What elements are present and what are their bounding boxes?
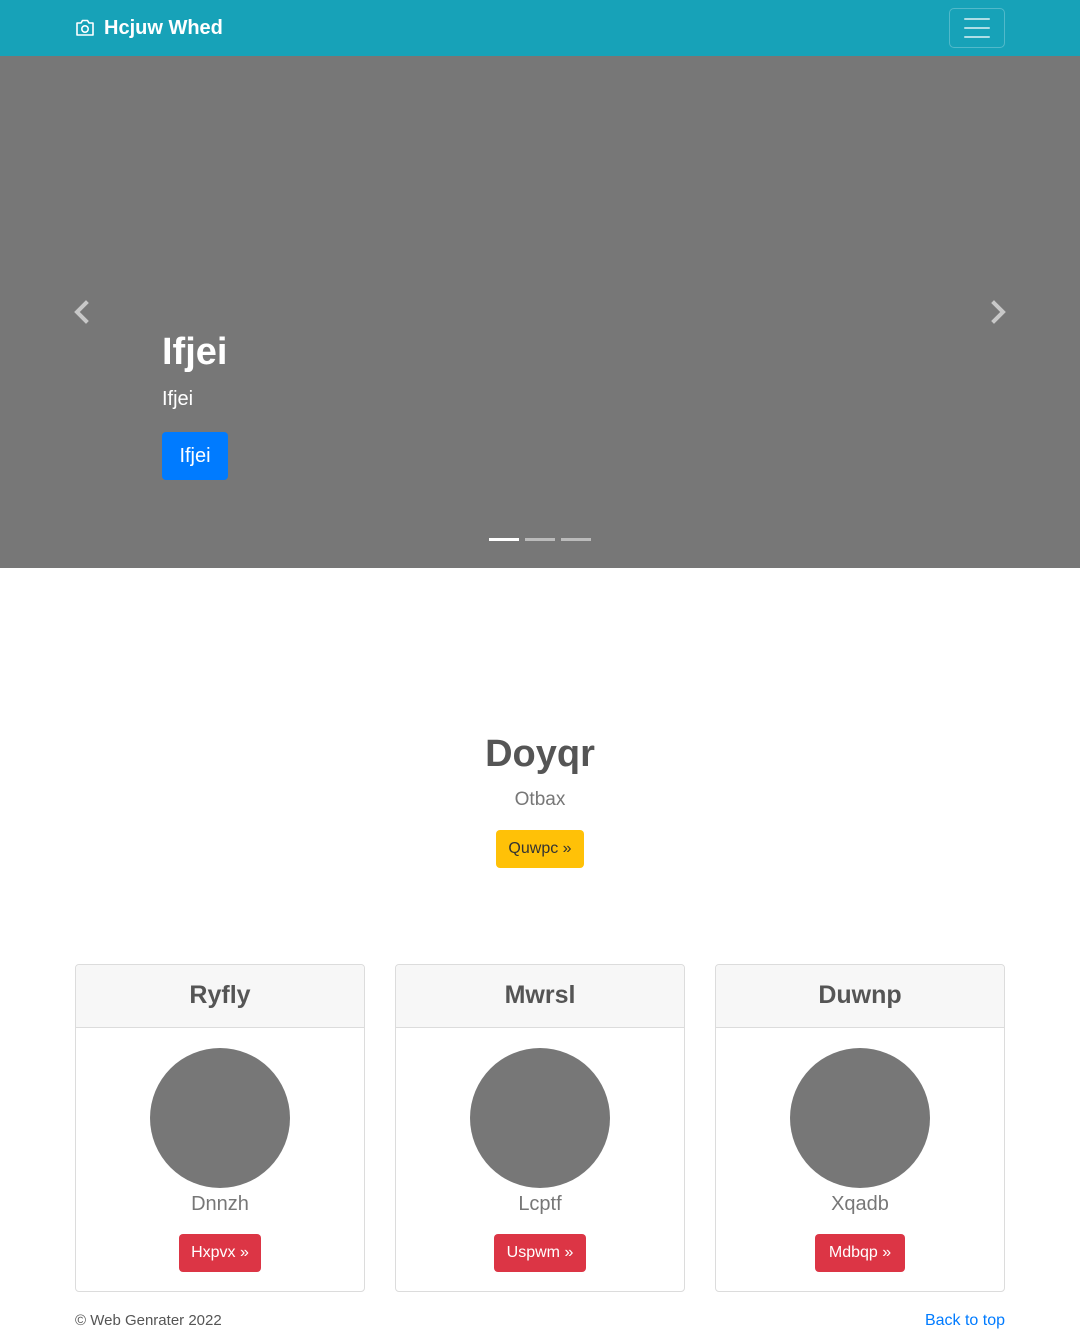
chevron-right-icon: [991, 300, 1006, 324]
carousel-indicator-3[interactable]: [561, 538, 591, 541]
brand-link[interactable]: Hcjuw Whed: [75, 14, 223, 42]
back-to-top-link[interactable]: Back to top: [925, 1311, 1005, 1331]
hero-title: Doyqr: [485, 733, 595, 775]
hero-button[interactable]: Quwpc »: [496, 830, 584, 868]
card-header: Duwnp: [716, 965, 1004, 1028]
navbar-toggler-button[interactable]: [949, 8, 1005, 48]
hamburger-icon: [964, 18, 990, 20]
navbar: Hcjuw Whed: [0, 0, 1080, 56]
carousel-cta-button[interactable]: Ifjei: [162, 432, 228, 480]
footer-copyright: © Web Genrater 2022: [75, 1312, 222, 1329]
card-header: Ryfly: [76, 965, 364, 1028]
card-3: Duwnp Xqadb Mdbqp »: [715, 964, 1005, 1292]
carousel-caption: Ifjei Ifjei Ifjei: [162, 328, 228, 480]
card-button[interactable]: Hxpvx »: [179, 1234, 261, 1272]
hamburger-icon: [964, 27, 990, 29]
carousel-title: Ifjei: [162, 331, 228, 373]
avatar: [790, 1048, 930, 1188]
camera-icon: [76, 19, 94, 36]
avatar: [150, 1048, 290, 1188]
chevron-left-icon: [74, 300, 89, 324]
card-button[interactable]: Uspwm »: [494, 1234, 586, 1272]
hamburger-icon: [964, 36, 990, 38]
hero-subtitle: Otbax: [514, 789, 566, 810]
carousel-subtitle: Ifjei: [162, 388, 194, 410]
avatar: [470, 1048, 610, 1188]
carousel-indicator-1[interactable]: [489, 538, 519, 541]
card-name: Xqadb: [831, 1193, 889, 1215]
card-1: Ryfly Dnnzh Hxpvx »: [75, 964, 365, 1292]
carousel-prev-button[interactable]: [70, 299, 94, 325]
carousel-indicator-2[interactable]: [525, 538, 555, 541]
card-name: Lcptf: [518, 1193, 562, 1215]
brand-name: Hcjuw Whed: [104, 16, 223, 39]
carousel-indicators: [489, 538, 591, 541]
carousel: Ifjei Ifjei Ifjei: [0, 56, 1080, 568]
card-button[interactable]: Mdbqp »: [815, 1234, 905, 1272]
card-2: Mwrsl Lcptf Uspwm »: [395, 964, 685, 1292]
card-header: Mwrsl: [396, 965, 684, 1028]
card-name: Dnnzh: [191, 1193, 249, 1215]
carousel-next-button[interactable]: [986, 299, 1010, 325]
